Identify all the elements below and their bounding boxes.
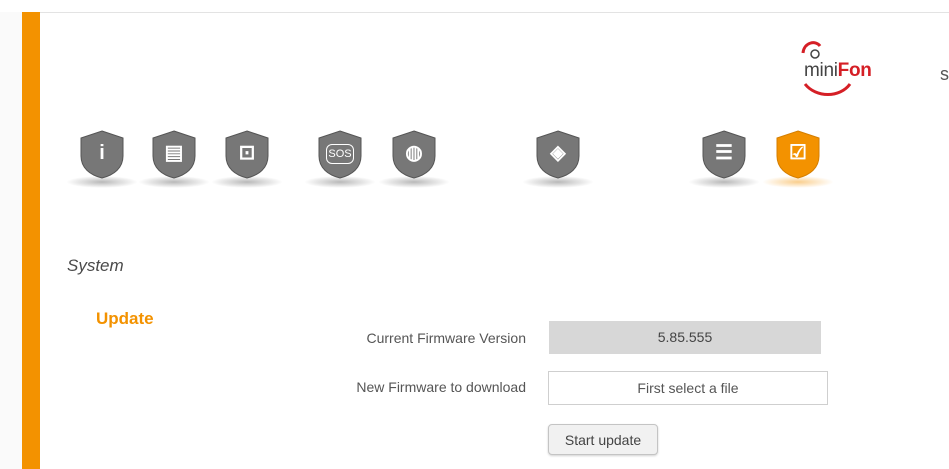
logo-text: miniFon [804, 60, 872, 81]
cut-off-text: s [940, 64, 949, 84]
settings-sliders-icon: ☰ [715, 142, 733, 164]
section-heading: Update [96, 309, 154, 328]
file-select-input[interactable]: First select a file [548, 371, 828, 405]
current-firmware-label: Current Firmware Version [366, 330, 527, 346]
nav-flame[interactable]: ◈ [522, 128, 594, 194]
nav-sos[interactable]: SOS [304, 128, 376, 194]
nav-contacts[interactable]: ◍ [378, 128, 450, 194]
nav-contact-card[interactable]: ▤ [138, 128, 210, 194]
info-icon: i [99, 142, 105, 164]
system-monitor-icon: ☑ [789, 142, 807, 164]
orange-side-bar [22, 12, 40, 469]
phone-plug-icon: ⊡ [238, 142, 256, 164]
start-update-button[interactable]: Start update [548, 424, 658, 455]
nav-phone-plug[interactable]: ⊡ [211, 128, 283, 194]
blank-icon-slot [604, 140, 648, 186]
contacts-icon: ◍ [405, 142, 423, 164]
flame-icon: ◈ [550, 142, 566, 164]
blank-icon-slot [461, 140, 505, 186]
current-firmware-value: 5.85.555 [549, 321, 821, 354]
nav-info[interactable]: i [66, 128, 138, 194]
sos-icon: SOS [326, 144, 354, 164]
new-firmware-label: New Firmware to download [356, 379, 526, 395]
left-margin [0, 12, 22, 469]
minifon-logo: miniFon [794, 38, 874, 102]
top-border [0, 0, 949, 13]
nav-system[interactable]: ☑ [762, 128, 834, 194]
nav-settings[interactable]: ☰ [688, 128, 760, 194]
contact-card-icon: ▤ [164, 142, 184, 164]
page-title: System [67, 256, 124, 275]
